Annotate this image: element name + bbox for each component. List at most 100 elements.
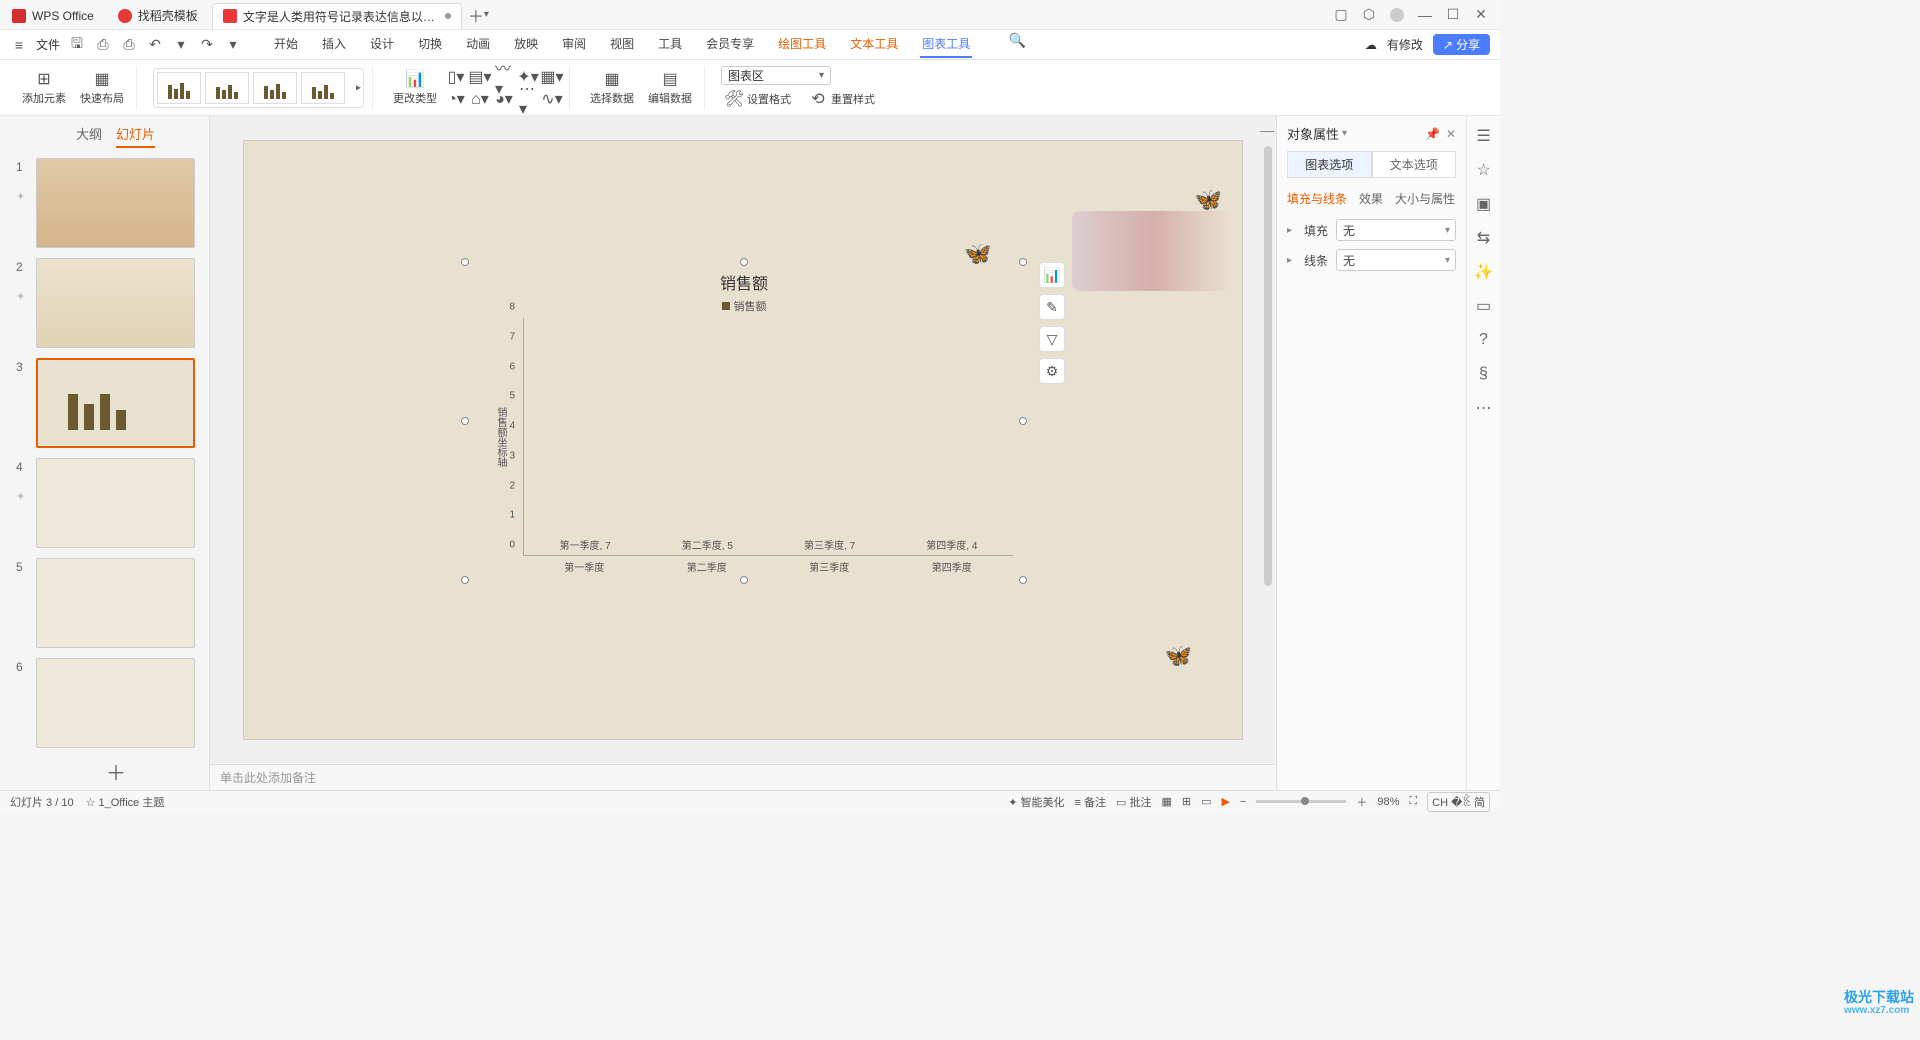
chart-elements-button[interactable]: 📊 bbox=[1039, 262, 1065, 288]
chart-styles-button[interactable]: ✎ bbox=[1039, 294, 1065, 320]
media-icon[interactable]: ▭ bbox=[1474, 296, 1494, 316]
slide-thumb-6[interactable] bbox=[36, 658, 195, 748]
resize-handle[interactable] bbox=[1019, 258, 1027, 266]
favorite-icon[interactable]: ☆ bbox=[1474, 160, 1494, 180]
subtab-chart-options[interactable]: 图表选项 bbox=[1287, 151, 1372, 178]
resize-handle[interactable] bbox=[740, 258, 748, 266]
slide-thumb-4[interactable] bbox=[36, 458, 195, 548]
view-slideshow-icon[interactable]: ▶ bbox=[1221, 795, 1229, 808]
view-sorter-icon[interactable]: ⊞ bbox=[1182, 795, 1191, 808]
chart-filter-button[interactable]: ▽ bbox=[1039, 326, 1065, 352]
cat-size[interactable]: 大小与属性 bbox=[1395, 190, 1455, 207]
plot-area[interactable]: 第一季度, 7第二季度, 5第三季度, 7第四季度, 4 bbox=[523, 318, 1013, 556]
avatar-icon[interactable] bbox=[1390, 8, 1404, 22]
zoom-out-icon[interactable]: − bbox=[1240, 796, 1246, 808]
layers-icon[interactable]: ▣ bbox=[1474, 194, 1494, 214]
resize-handle[interactable] bbox=[461, 417, 469, 425]
chart-plot[interactable]: 销售额坐标轴 012345678 第一季度, 7第二季度, 5第三季度, 7第四… bbox=[495, 318, 1013, 556]
grid-chart-icon[interactable]: ▦▾ bbox=[543, 68, 561, 86]
add-slide-button[interactable]: ＋ bbox=[36, 758, 196, 784]
more-icon[interactable]: ⋯ bbox=[1474, 398, 1494, 418]
maximize-button[interactable]: ☐ bbox=[1446, 8, 1460, 22]
minimize-button[interactable]: ― bbox=[1418, 8, 1432, 22]
vertical-scrollbar[interactable] bbox=[1264, 126, 1274, 724]
replace-icon[interactable]: ⇆ bbox=[1474, 228, 1494, 248]
edit-data-button[interactable]: ▤ 编辑数据 bbox=[644, 68, 696, 108]
chevron-down-icon[interactable]: ▾ bbox=[1342, 128, 1347, 139]
chart-element-select[interactable]: 图表区 bbox=[721, 66, 831, 85]
notes-toggle[interactable]: ≡ 备注 bbox=[1075, 794, 1106, 810]
slide-thumb-2[interactable] bbox=[36, 258, 195, 348]
redo-more-icon[interactable]: ▾ bbox=[224, 36, 242, 54]
tab-slideshow[interactable]: 放映 bbox=[512, 31, 540, 58]
expand-icon[interactable]: ▸ bbox=[1287, 255, 1292, 266]
theme-indicator[interactable]: ☆ 1_Office 主题 bbox=[86, 794, 165, 810]
outline-tab-outline[interactable]: 大纲 bbox=[76, 124, 102, 148]
quick-layout-button[interactable]: ▦ 快速布局 bbox=[76, 68, 128, 108]
bar-chart-icon[interactable]: ▯▾ bbox=[447, 68, 465, 86]
tab-drawing-tools[interactable]: 绘图工具 bbox=[776, 31, 828, 58]
resize-handle[interactable] bbox=[461, 576, 469, 584]
reader-mode-icon[interactable]: ▢ bbox=[1334, 8, 1348, 22]
outline-tab-slides[interactable]: 幻灯片 bbox=[116, 124, 155, 148]
slide-counter[interactable]: 幻灯片 3 / 10 bbox=[10, 794, 74, 810]
stock-chart-icon[interactable]: ⌂▾ bbox=[471, 90, 489, 108]
tab-menu-button[interactable]: ▾ bbox=[480, 9, 496, 20]
resize-handle[interactable] bbox=[740, 576, 748, 584]
print-icon[interactable]: ⎙ bbox=[120, 36, 138, 54]
slide-thumbnails[interactable]: 1✦ 2✦ 3 4✦ 5 6 ＋ bbox=[0, 152, 209, 790]
tab-templates[interactable]: 找稻壳模板 bbox=[108, 3, 208, 29]
zoom-thumb[interactable] bbox=[1301, 797, 1309, 805]
format-pane-icon[interactable]: ☰ bbox=[1474, 126, 1494, 146]
pin-icon[interactable]: 📌 bbox=[1425, 127, 1440, 141]
chart-style-4[interactable] bbox=[301, 72, 345, 104]
notes-pane[interactable]: 单击此处添加备注 bbox=[210, 764, 1276, 790]
style-gallery-more-icon[interactable]: ▸ bbox=[356, 82, 361, 93]
tab-transition[interactable]: 切换 bbox=[416, 31, 444, 58]
resize-handle[interactable] bbox=[1019, 576, 1027, 584]
link-icon[interactable]: § bbox=[1474, 364, 1494, 384]
change-chart-type-button[interactable]: 📊 更改类型 bbox=[389, 68, 441, 108]
file-menu[interactable]: 文件 bbox=[36, 36, 60, 53]
resize-handle[interactable] bbox=[461, 258, 469, 266]
hbar-chart-icon[interactable]: ▤▾ bbox=[471, 68, 489, 86]
pie-chart-icon[interactable]: ◕▾ bbox=[495, 90, 513, 108]
beautify-button[interactable]: ✦ 智能美化 bbox=[1008, 794, 1064, 810]
tab-text-tools[interactable]: 文本工具 bbox=[848, 31, 900, 58]
combo-chart-icon[interactable]: ∿▾ bbox=[543, 90, 561, 108]
line-chart-icon[interactable]: 〰▾ bbox=[495, 68, 513, 86]
fill-select[interactable]: 无 bbox=[1336, 219, 1456, 241]
chart-style-2[interactable] bbox=[205, 72, 249, 104]
tab-animation[interactable]: 动画 bbox=[464, 31, 492, 58]
select-data-button[interactable]: ▦ 选择数据 bbox=[586, 68, 638, 108]
slide-thumb-3[interactable] bbox=[36, 358, 195, 448]
tab-current-doc[interactable]: 文字是人类用符号记录表达信息以… bbox=[212, 3, 462, 29]
help-icon[interactable]: ? bbox=[1474, 330, 1494, 350]
slide-thumb-1[interactable] bbox=[36, 158, 195, 248]
canvas-wrap[interactable]: 🦋 🦋 🦋 销售额 销售额 销售额坐标轴 01234 bbox=[210, 116, 1276, 764]
area-chart-icon[interactable]: ◔▾ bbox=[447, 90, 465, 108]
undo-more-icon[interactable]: ▾ bbox=[172, 36, 190, 54]
zoom-in-icon[interactable]: ＋ bbox=[1356, 794, 1367, 810]
slide-thumb-5[interactable] bbox=[36, 558, 195, 648]
comments-toggle[interactable]: ▭ 批注 bbox=[1116, 794, 1151, 810]
search-icon[interactable]: 🔍 bbox=[1008, 31, 1026, 49]
zoom-value[interactable]: 98% bbox=[1377, 796, 1399, 808]
tab-wps-home[interactable]: WPS Office bbox=[2, 3, 104, 29]
redo-icon[interactable]: ↷ bbox=[198, 36, 216, 54]
cube-icon[interactable]: ⬡ bbox=[1362, 8, 1376, 22]
scrollbar-thumb[interactable] bbox=[1264, 146, 1272, 586]
tab-tools[interactable]: 工具 bbox=[656, 31, 684, 58]
chart-object[interactable]: 销售额 销售额 销售额坐标轴 012345678 第一季度, 7第二季度, 5第… bbox=[464, 261, 1024, 581]
menu-button[interactable]: ≡ bbox=[10, 36, 28, 54]
expand-icon[interactable]: ▸ bbox=[1287, 225, 1292, 236]
chart-title[interactable]: 销售额 bbox=[465, 262, 1023, 294]
close-pane-icon[interactable]: ✕ bbox=[1446, 127, 1456, 141]
scatter-chart-icon[interactable]: ⋯▾ bbox=[519, 90, 537, 108]
ime-indicator[interactable]: CH �ꆬ 简 bbox=[1427, 792, 1490, 812]
subtab-text-options[interactable]: 文本选项 bbox=[1372, 151, 1457, 178]
tab-insert[interactable]: 插入 bbox=[320, 31, 348, 58]
fit-icon[interactable]: ⛶ bbox=[1409, 795, 1417, 808]
share-button[interactable]: ↗分享 bbox=[1433, 34, 1490, 55]
effects-icon[interactable]: ✨ bbox=[1474, 262, 1494, 282]
